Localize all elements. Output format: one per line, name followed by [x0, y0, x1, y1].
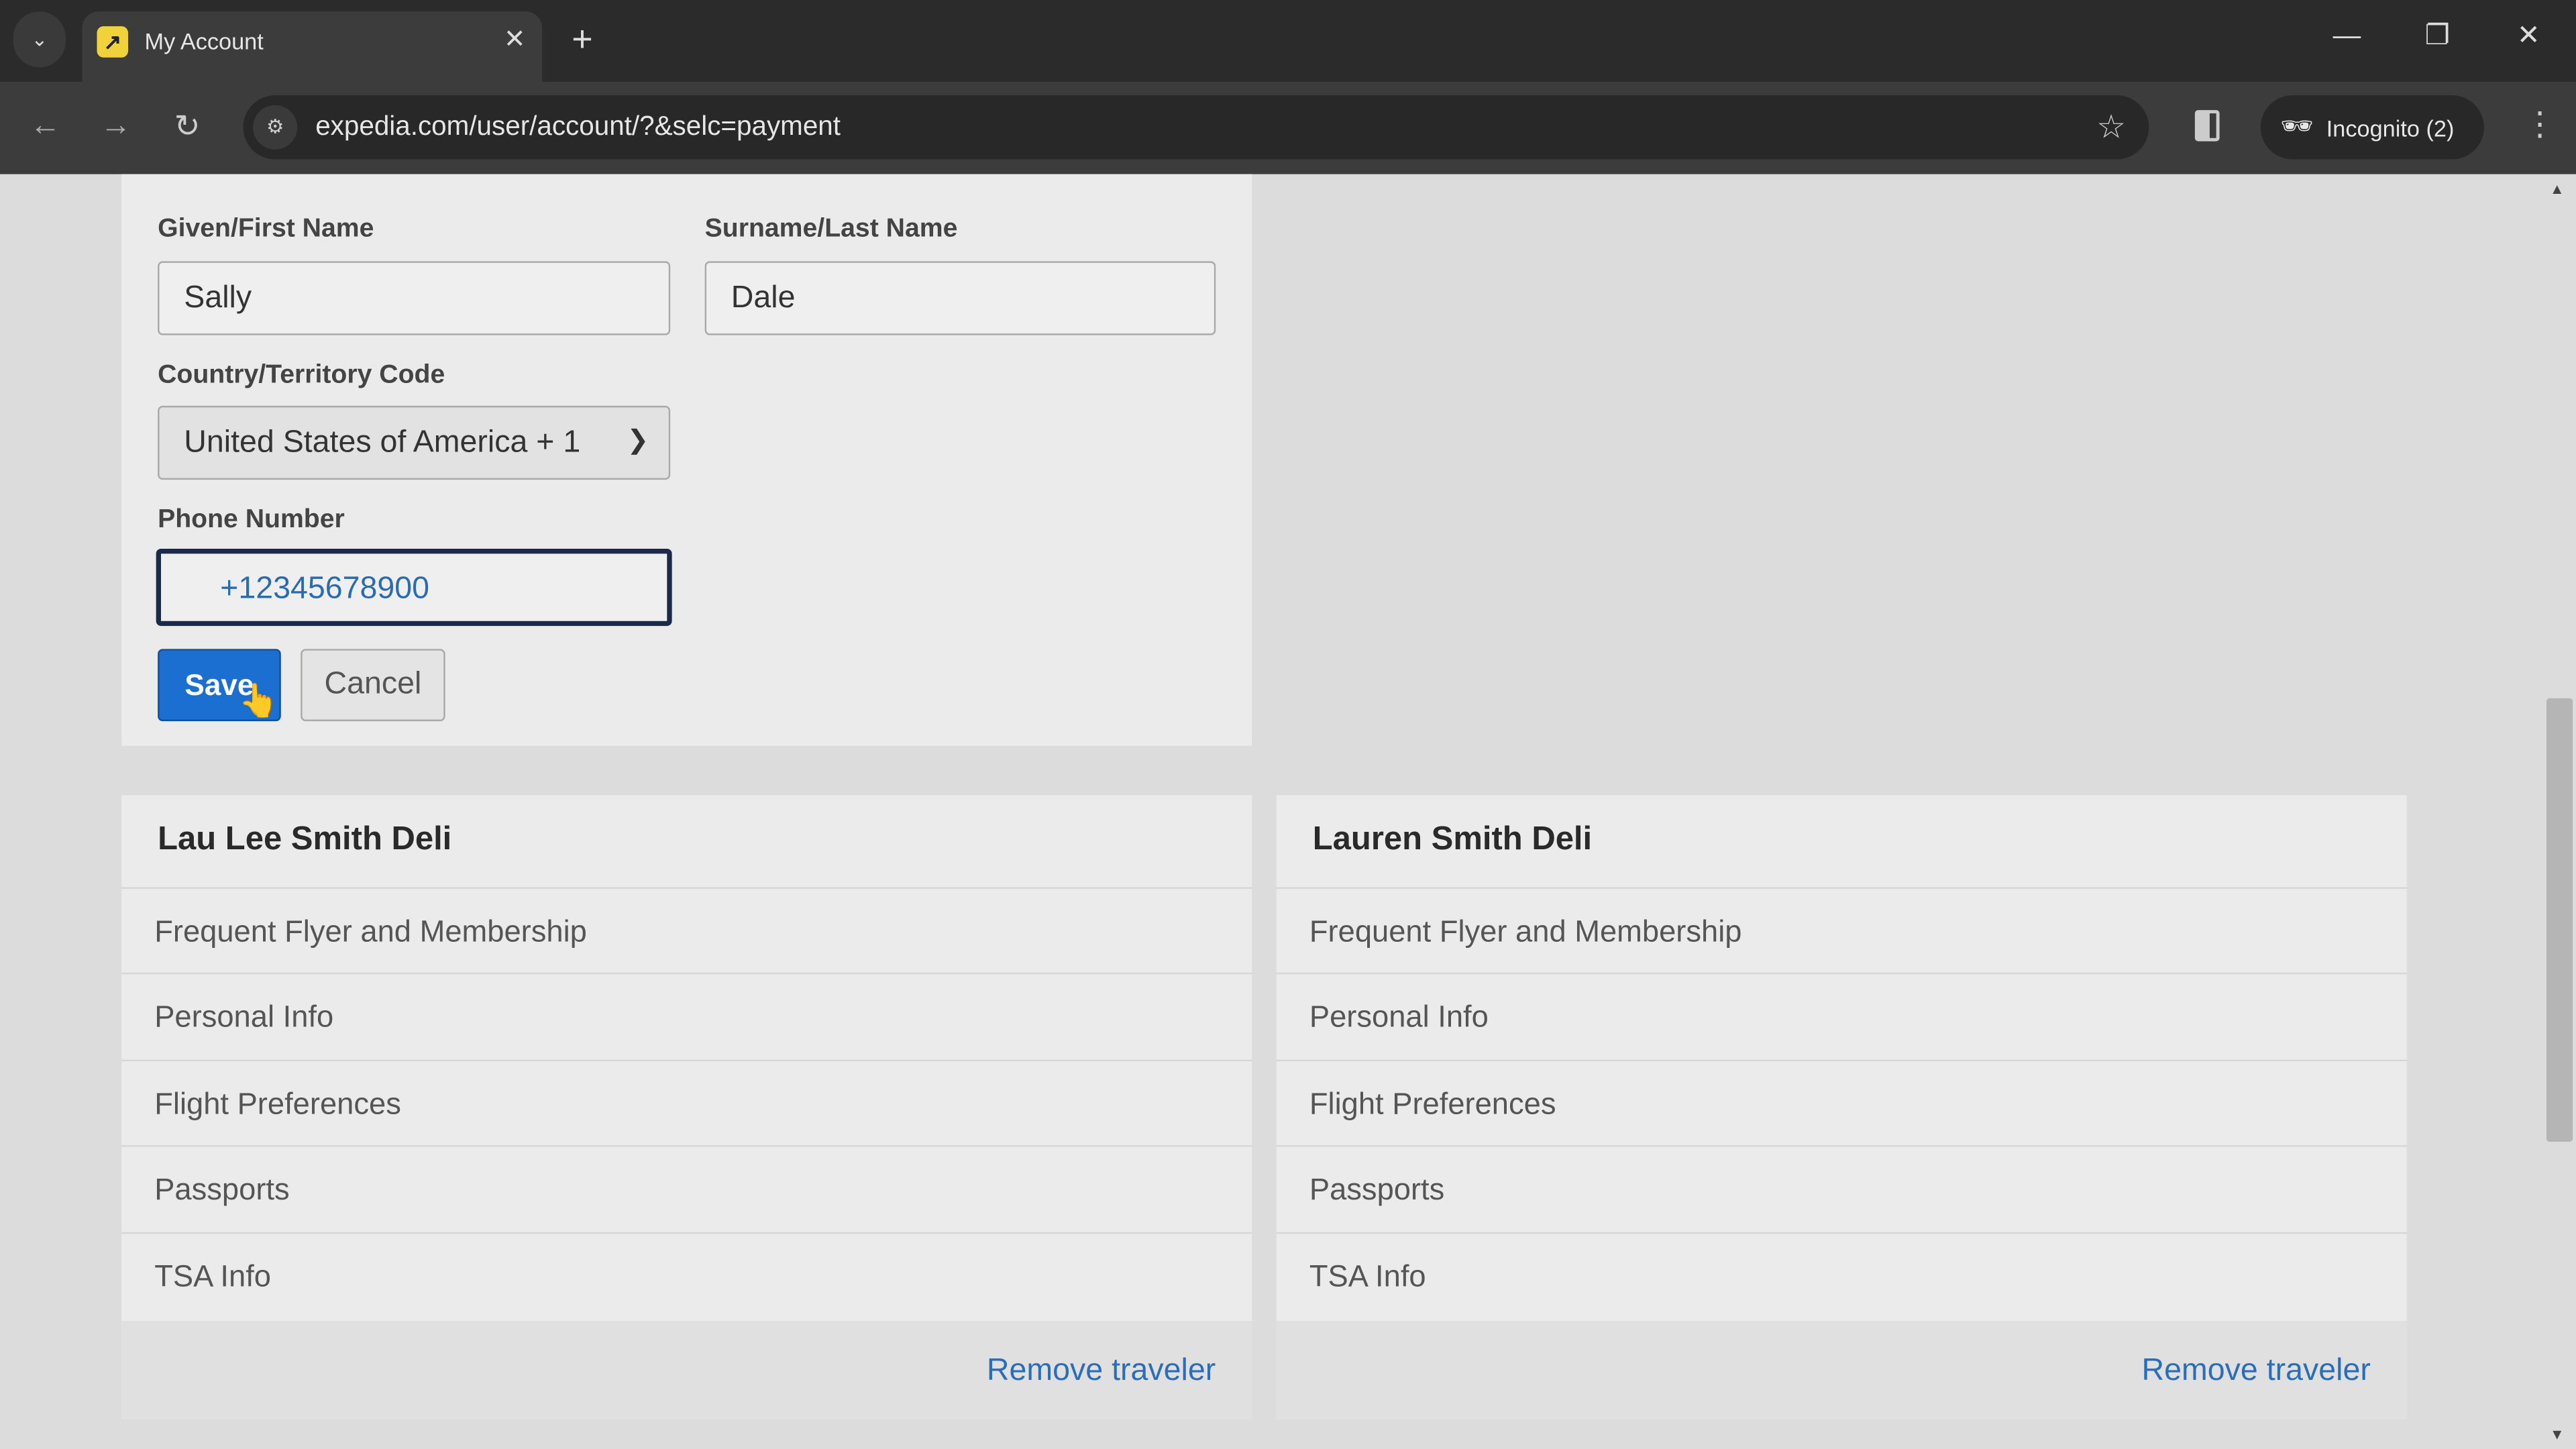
phone-number-input[interactable]: +12345678900 [156, 548, 672, 627]
traveler-link-passports[interactable]: Passports [121, 1144, 1252, 1232]
url-text: expedia.com/user/account/?&selc=payment [315, 111, 841, 142]
phone-number-label: Phone Number [158, 506, 345, 534]
country-code-value: United States of America + 1 [184, 425, 581, 460]
first-name-input[interactable]: Sally [158, 261, 671, 335]
traveler-name: Lau Lee Smith Deli [158, 821, 452, 858]
close-window-icon[interactable]: ✕ [2517, 19, 2540, 52]
reload-icon[interactable]: ↻ [174, 109, 201, 146]
traveler-link-frequent-flyer[interactable]: Frequent Flyer and Membership [1276, 887, 2407, 974]
traveler-link-flight-preferences[interactable]: Flight Preferences [121, 1059, 1252, 1147]
cancel-button[interactable]: Cancel [301, 649, 445, 722]
new-tab-icon[interactable]: + [572, 18, 592, 61]
tab-my-account[interactable]: ↗ My Account ✕ [82, 11, 543, 83]
incognito-label: Incognito (2) [2326, 115, 2455, 142]
browser-toolbar: ← → ↻ ⚙ expedia.com/user/account/?&selc=… [0, 82, 2576, 174]
traveler-link-flight-preferences[interactable]: Flight Preferences [1276, 1059, 2407, 1147]
last-name-label: Surname/Last Name [704, 215, 958, 244]
scroll-up-icon[interactable]: ▲ [2550, 180, 2565, 197]
traveler-link-tsa-info[interactable]: TSA Info [1276, 1232, 2407, 1320]
first-name-label: Given/First Name [158, 215, 374, 244]
traveler-card-footer: Remove traveler [1276, 1320, 2407, 1419]
tab-strip: ⌄ ↗ My Account ✕ + — ❐ ✕ [0, 0, 2576, 83]
tab-search-button[interactable]: ⌄ [13, 11, 66, 68]
chevron-down-icon: ❯ [627, 427, 649, 455]
restore-icon[interactable]: ❐ [2425, 19, 2450, 52]
remove-traveler-link[interactable]: Remove traveler [987, 1354, 1216, 1390]
bookmark-star-icon[interactable]: ☆ [2096, 107, 2126, 148]
minimize-icon[interactable]: — [2333, 19, 2361, 52]
scroll-down-icon[interactable]: ▼ [2550, 1426, 2565, 1442]
traveler-card: Lauren Smith Deli Frequent Flyer and Mem… [1276, 795, 2407, 1419]
country-code-select[interactable]: United States of America + 1 ❯ [158, 405, 671, 480]
scrollbar-thumb[interactable] [2546, 698, 2573, 1142]
expedia-favicon-icon: ↗ [97, 26, 129, 58]
traveler-link-personal-info[interactable]: Personal Info [1276, 972, 2407, 1060]
site-info-icon[interactable]: ⚙ [253, 105, 298, 150]
address-bar[interactable]: ⚙ expedia.com/user/account/?&selc=paymen… [243, 95, 2149, 160]
traveler-card-footer: Remove traveler [121, 1320, 1252, 1419]
remove-traveler-link[interactable]: Remove traveler [2142, 1354, 2371, 1390]
pointer-cursor-icon: 👆 [238, 683, 280, 720]
forward-icon[interactable]: → [100, 109, 131, 145]
traveler-link-frequent-flyer[interactable]: Frequent Flyer and Membership [121, 887, 1252, 974]
last-name-input[interactable]: Dale [704, 261, 1216, 335]
back-icon[interactable]: ← [30, 109, 61, 145]
country-code-label: Country/Territory Code [158, 361, 445, 390]
traveler-link-tsa-info[interactable]: TSA Info [121, 1232, 1252, 1320]
menu-icon[interactable]: ⋮ [2524, 103, 2557, 144]
close-tab-icon[interactable]: ✕ [504, 23, 526, 56]
traveler-link-passports[interactable]: Passports [1276, 1144, 2407, 1232]
traveler-link-personal-info[interactable]: Personal Info [121, 972, 1252, 1060]
incognito-button[interactable]: 🕶 Incognito (2) [2260, 95, 2484, 160]
traveler-card: Lau Lee Smith Deli Frequent Flyer and Me… [121, 795, 1252, 1419]
traveler-name: Lauren Smith Deli [1312, 821, 1593, 858]
incognito-icon: 🕶 [2280, 113, 2314, 142]
side-panel-icon[interactable] [2194, 110, 2220, 142]
tab-title: My Account [144, 28, 264, 54]
